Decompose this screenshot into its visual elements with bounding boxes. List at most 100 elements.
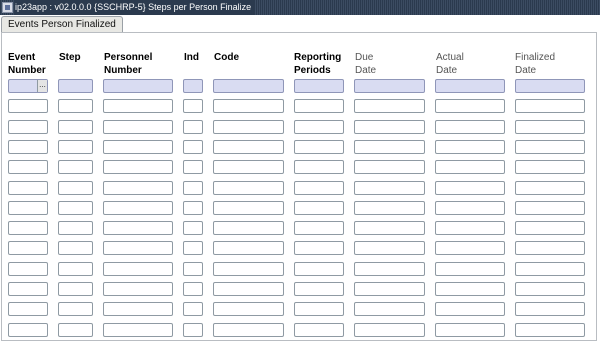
finalized-date-field[interactable] [515,79,585,93]
finalized-date-field[interactable] [515,120,585,134]
due-date-field[interactable] [354,262,425,276]
event-number-field[interactable] [8,181,48,195]
due-date-field[interactable] [354,302,425,316]
ind-field[interactable] [183,323,203,337]
actual-date-field[interactable] [435,282,505,296]
actual-date-field[interactable] [435,79,505,93]
finalized-date-field[interactable] [515,282,585,296]
code-field[interactable] [213,201,284,215]
due-date-field[interactable] [354,140,425,154]
code-field[interactable] [213,282,284,296]
finalized-date-field[interactable] [515,99,585,113]
finalized-date-field[interactable] [515,221,585,235]
reporting-periods-field[interactable] [294,79,344,93]
code-field[interactable] [213,99,284,113]
personnel-number-field[interactable] [103,79,173,93]
finalized-date-field[interactable] [515,302,585,316]
reporting-periods-field[interactable] [294,323,344,337]
due-date-field[interactable] [354,79,425,93]
personnel-number-field[interactable] [103,120,173,134]
event-number-field[interactable] [8,241,48,255]
event-number-field[interactable] [8,302,48,316]
finalized-date-field[interactable] [515,241,585,255]
ind-field[interactable] [183,160,203,174]
reporting-periods-field[interactable] [294,181,344,195]
step-field[interactable] [58,181,93,195]
actual-date-field[interactable] [435,99,505,113]
ind-field[interactable] [183,201,203,215]
event-number-field[interactable] [8,140,48,154]
due-date-field[interactable] [354,282,425,296]
due-date-field[interactable] [354,241,425,255]
personnel-number-field[interactable] [103,323,173,337]
step-field[interactable] [58,302,93,316]
reporting-periods-field[interactable] [294,221,344,235]
personnel-number-field[interactable] [103,302,173,316]
ind-field[interactable] [183,120,203,134]
due-date-field[interactable] [354,120,425,134]
personnel-number-field[interactable] [103,181,173,195]
reporting-periods-field[interactable] [294,99,344,113]
finalized-date-field[interactable] [515,160,585,174]
actual-date-field[interactable] [435,221,505,235]
ind-field[interactable] [183,221,203,235]
step-field[interactable] [58,282,93,296]
due-date-field[interactable] [354,181,425,195]
event-number-field[interactable] [8,99,48,113]
personnel-number-field[interactable] [103,140,173,154]
lov-button[interactable]: ... [37,80,47,92]
actual-date-field[interactable] [435,120,505,134]
actual-date-field[interactable] [435,201,505,215]
ind-field[interactable] [183,302,203,316]
step-field[interactable] [58,262,93,276]
code-field[interactable] [213,79,284,93]
ind-field[interactable] [183,99,203,113]
due-date-field[interactable] [354,160,425,174]
event-number-field[interactable] [8,262,48,276]
event-number-field[interactable] [8,120,48,134]
actual-date-field[interactable] [435,302,505,316]
finalized-date-field[interactable] [515,140,585,154]
reporting-periods-field[interactable] [294,120,344,134]
code-field[interactable] [213,140,284,154]
personnel-number-field[interactable] [103,160,173,174]
reporting-periods-field[interactable] [294,302,344,316]
ind-field[interactable] [183,241,203,255]
reporting-periods-field[interactable] [294,140,344,154]
step-field[interactable] [58,99,93,113]
actual-date-field[interactable] [435,140,505,154]
code-field[interactable] [213,181,284,195]
step-field[interactable] [58,79,93,93]
event-number-field[interactable] [8,221,48,235]
step-field[interactable] [58,140,93,154]
finalized-date-field[interactable] [515,262,585,276]
due-date-field[interactable] [354,99,425,113]
due-date-field[interactable] [354,323,425,337]
ind-field[interactable] [183,181,203,195]
event-number-field[interactable] [8,323,48,337]
finalized-date-field[interactable] [515,323,585,337]
personnel-number-field[interactable] [103,201,173,215]
ind-field[interactable] [183,140,203,154]
code-field[interactable] [213,120,284,134]
event-number-field[interactable]: ... [8,79,48,93]
code-field[interactable] [213,323,284,337]
step-field[interactable] [58,120,93,134]
reporting-periods-field[interactable] [294,160,344,174]
personnel-number-field[interactable] [103,282,173,296]
code-field[interactable] [213,302,284,316]
step-field[interactable] [58,221,93,235]
ind-field[interactable] [183,262,203,276]
due-date-field[interactable] [354,201,425,215]
code-field[interactable] [213,221,284,235]
reporting-periods-field[interactable] [294,262,344,276]
step-field[interactable] [58,241,93,255]
event-number-field[interactable] [8,282,48,296]
actual-date-field[interactable] [435,262,505,276]
reporting-periods-field[interactable] [294,201,344,215]
step-field[interactable] [58,160,93,174]
actual-date-field[interactable] [435,323,505,337]
personnel-number-field[interactable] [103,221,173,235]
personnel-number-field[interactable] [103,99,173,113]
code-field[interactable] [213,160,284,174]
